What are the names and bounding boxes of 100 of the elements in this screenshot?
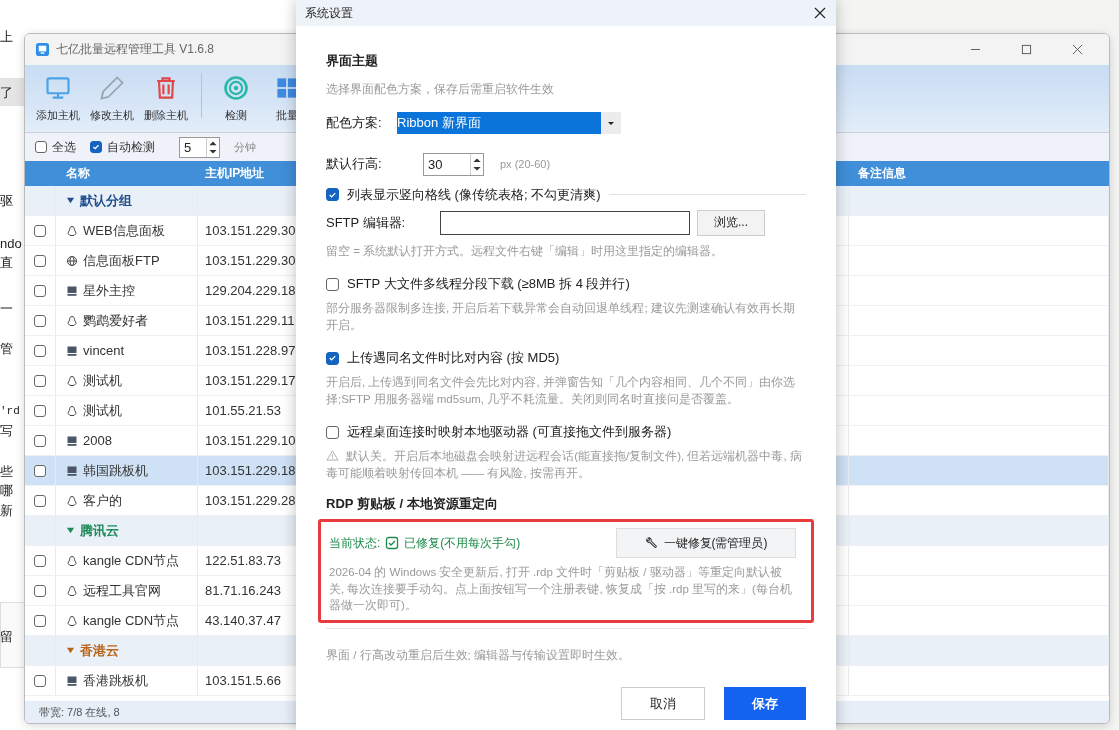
status-label: 当前状态: [329,534,381,552]
row-height-spinbox[interactable]: 30 [423,152,484,176]
host-name: 2008 [83,433,112,448]
group-header[interactable]: 默认分组 [56,186,198,215]
cancel-button[interactable]: 取消 [621,687,705,720]
host-ip: 103.151.229.18 [205,463,296,478]
host-ip: 103.151.229.28 [205,493,296,508]
row-checkbox[interactable] [34,344,46,357]
article-text: 新 [0,502,13,520]
penguin-icon [66,314,78,327]
host-ip: 103.151.229.30 [205,223,296,238]
close-icon[interactable] [814,7,826,19]
article-text: 了 [0,84,13,102]
host-ip: 81.71.16.243 [205,583,281,598]
field-label: SFTP 编辑器: [326,213,407,232]
checkbox[interactable]: 自动检测 [90,138,155,156]
status-text: 已修复(不用每次手勾) [404,534,521,552]
field-hint: 留空 = 系统默认打开方式。远程文件右键「编辑」时用这里指定的编辑器。 [326,243,725,259]
host-ip: 103.151.229.10 [205,433,296,448]
penguin-icon [66,554,78,567]
host-ip: 103.151.228.97 [205,343,296,358]
pencil-icon [98,74,126,102]
row-checkbox[interactable] [34,374,46,387]
checkbox[interactable]: 全选 [35,138,76,156]
editor-path-field[interactable] [440,210,690,235]
dialog-title: 系统设置 [305,4,353,22]
footnote: 界面 / 行高改动重启后生效; 编辑器与传输设置即时生效。 [326,647,631,663]
article-text: 一 [0,300,13,318]
article-text: 留 [0,628,13,646]
host-name: 香港跳板机 [83,671,148,690]
checkbox[interactable]: 列表显示竖向格线 (像传统表格; 不勾更清爽) [326,185,601,204]
checkbox[interactable]: 上传遇同名文件时比对内容 (按 MD5) [326,349,560,367]
row-checkbox[interactable] [34,584,46,597]
toolbar-button[interactable]: 删除主机 [139,65,193,132]
range-hint: px (20-60) [500,158,551,170]
article-text: 驱 [0,192,13,210]
host-ip: 103.151.229.11 [205,313,295,328]
toolbar-button[interactable]: 检测 [210,65,262,132]
field-label: 配色方案: [326,113,383,132]
host-name: kangle CDN节点 [83,551,180,570]
host-ip: 43.140.37.47 [205,613,281,628]
option-description: 默认关。开启后本地磁盘会映射进远程会话(能直接拖/复制文件), 但若远端机器中毒, 病毒可能顺着映射传回本机 —— 有风险, 按需再开。 [326,450,802,479]
host-ip: 101.55.21.53 [205,403,281,418]
app-logo-icon [35,42,50,57]
host-name: vincent [83,343,125,358]
option-description: 开启后, 上传遇到同名文件会先比对内容, 并弹窗告知「几个内容相同、几个不同」由你选择;SFTP 用服务器端 md5sum, 几乎不耗流量。关闭则同名时直接问是否覆盖。 [326,376,795,405]
host-ip: 103.151.229.17 [205,373,296,388]
penguin-icon [66,374,78,387]
save-button[interactable]: 保存 [724,687,806,720]
globe-icon [66,254,78,267]
row-checkbox[interactable] [34,284,46,297]
checkbox[interactable]: SFTP 大文件多线程分段下载 (≥8MB 拆 4 段并行) [326,275,630,293]
host-name: 鹦鹉爱好者 [83,311,148,330]
article-text: 管 [0,340,13,358]
row-checkbox[interactable] [34,434,46,447]
fix-button[interactable]: 一键修复(需管理员) [616,528,796,558]
row-checkbox[interactable] [34,554,46,567]
penguin-icon [66,404,78,417]
row-checkbox[interactable] [34,404,46,417]
checkbox[interactable]: 远程桌面连接时映射本地驱动器 (可直接拖文件到服务器) [326,423,672,441]
article-text: 'rd [0,404,20,419]
article-text: 直 [0,254,13,272]
rdp-description: 2026-04 的 Windows 安全更新后, 打开 .rdp 文件时「剪贴板 / 驱动器」等重定向默认被关, 每次连接要手动勾。点上面按钮写一个注册表键, 恢复成「按 .rdp 里写的来」(每台机器做一次即可)。 [329,565,793,613]
interval-spinbox[interactable]: 5 [179,136,220,158]
penguin-icon [66,584,78,597]
row-checkbox[interactable] [34,674,46,687]
window-title: 七亿批量远程管理工具 V1.6.8 [56,41,215,58]
host-ip: 129.204.229.18 [205,283,296,298]
host-ip: 103.151.5.66 [205,673,281,688]
section-heading: 界面主题 [326,52,379,70]
browse-button[interactable]: 浏览... [697,209,765,236]
article-text: ndo [0,235,22,253]
row-checkbox[interactable] [34,254,46,267]
article-text: 上 [0,28,13,46]
maximize-icon[interactable] [1021,44,1032,55]
unit-label: 分钟 [234,139,256,155]
host-ip: 122.51.83.73 [205,553,281,568]
host-name: 韩国跳板机 [83,461,148,480]
computer-icon [66,344,78,357]
expand-triangle-icon [66,646,75,655]
field-label: 默认行高: [326,155,383,173]
row-checkbox[interactable] [34,464,46,477]
group-header[interactable]: 香港云 [56,636,198,665]
row-checkbox[interactable] [34,224,46,237]
host-name: 星外主控 [83,281,135,300]
expand-triangle-icon [66,196,75,205]
penguin-icon [66,494,78,507]
article-text: 些 [0,463,13,481]
toolbar-button[interactable]: 添加主机 [31,65,85,132]
row-checkbox[interactable] [34,314,46,327]
group-header[interactable]: 腾讯云 [56,516,198,545]
section-description: 选择界面配色方案，保存后需重启软件生效 [326,82,555,97]
penguin-icon [66,614,78,627]
row-checkbox[interactable] [34,614,46,627]
host-name: 测试机 [83,371,122,390]
toolbar-button[interactable]: 修改主机 [85,65,139,132]
row-checkbox[interactable] [34,494,46,507]
wrench-icon [644,536,658,550]
computer-icon [66,434,78,447]
option-description: 部分服务器限制多连接, 开启后若下载异常会自动回退单线程; 建议先测速确认有效再长期开启。 [326,302,795,331]
